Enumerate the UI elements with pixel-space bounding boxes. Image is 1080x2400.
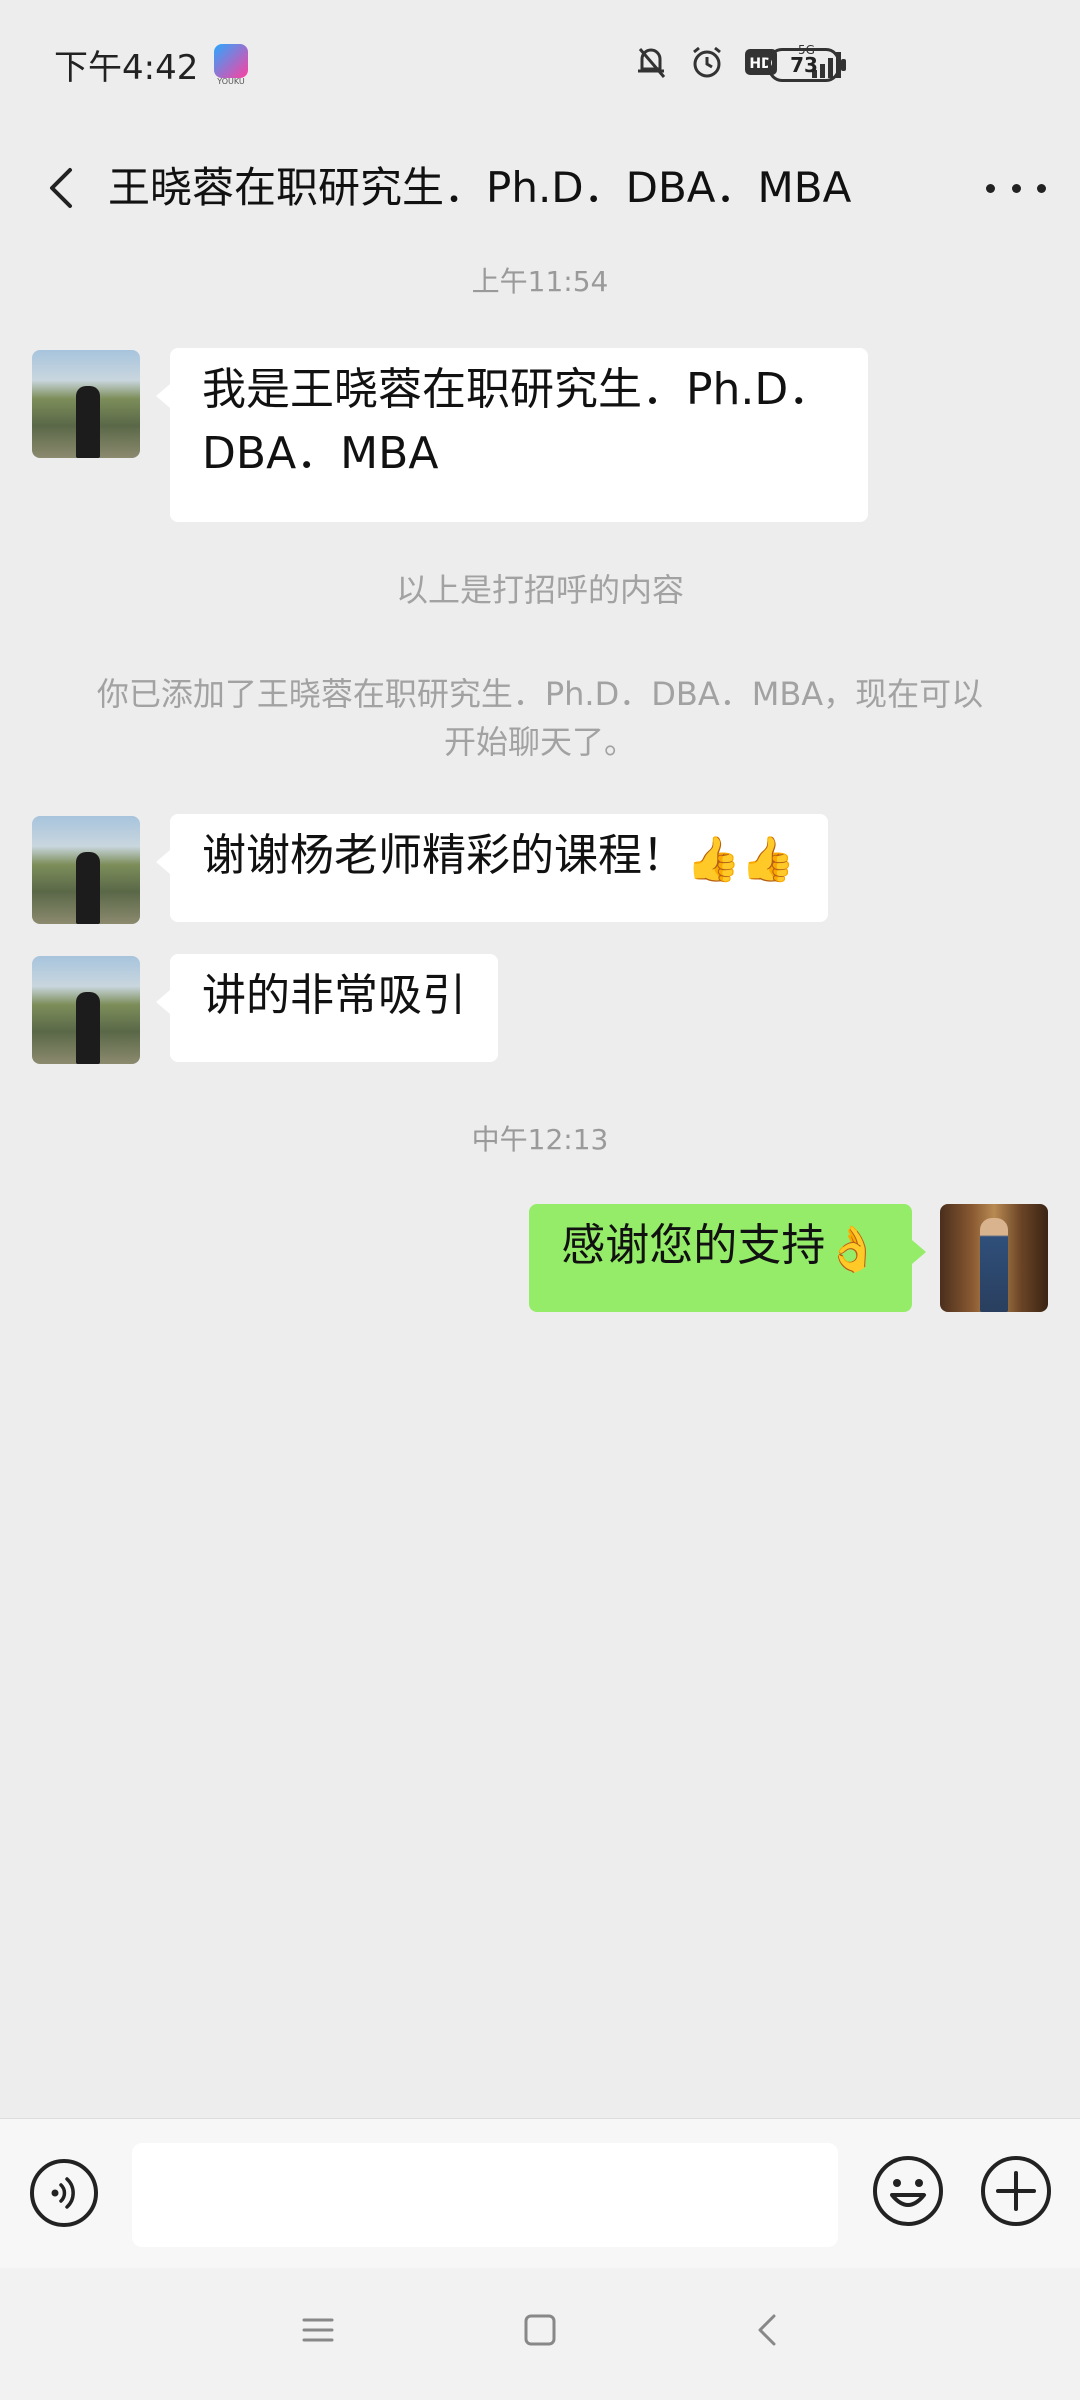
menu-icon bbox=[302, 2318, 334, 2342]
battery-icon: 73 bbox=[768, 48, 846, 82]
youku-app-icon: YOUKU bbox=[214, 44, 248, 86]
mute-bell-icon bbox=[638, 48, 666, 78]
avatar-figure bbox=[76, 386, 100, 458]
message-text: 我是王晓蓉在职研究生．Ph.D．DBA．MBA bbox=[202, 364, 833, 479]
contact-avatar[interactable] bbox=[32, 350, 140, 458]
message-text: 谢谢杨老师精彩的课程！ bbox=[202, 830, 686, 881]
outgoing-message[interactable]: 感谢您的支持👌 bbox=[529, 1204, 926, 1312]
more-functions-button[interactable] bbox=[978, 2153, 1054, 2229]
recent-apps-button[interactable] bbox=[300, 2312, 336, 2348]
more-dot bbox=[1011, 183, 1021, 193]
more-button[interactable] bbox=[986, 170, 1046, 206]
incoming-message[interactable]: 谢谢杨老师精彩的课程！👍👍 bbox=[156, 814, 828, 922]
more-dots-icon bbox=[986, 183, 995, 193]
voice-icon bbox=[51, 2177, 75, 2209]
timestamp: 上午11:54 bbox=[471, 265, 609, 298]
timestamp: 中午12:13 bbox=[471, 1123, 609, 1156]
chevron-left-icon bbox=[50, 168, 72, 208]
avatar-figure bbox=[76, 852, 100, 924]
contact-avatar[interactable] bbox=[32, 956, 140, 1064]
home-button[interactable] bbox=[522, 2312, 558, 2348]
contact-avatar[interactable] bbox=[32, 816, 140, 924]
voice-button[interactable] bbox=[28, 2157, 100, 2229]
emoji-button[interactable] bbox=[870, 2153, 946, 2229]
system-message: 你已添加了王晓蓉在职研究生．Ph.D．DBA．MBA，现在可以开始聊天了。 bbox=[96, 675, 984, 761]
avatar-figure bbox=[980, 1218, 1008, 1312]
chevron-left-icon bbox=[758, 2314, 776, 2346]
system-nav-bar bbox=[0, 2268, 1080, 2400]
thumbs-up-icon: 👍👍 bbox=[686, 834, 796, 885]
more-dot bbox=[1037, 183, 1046, 193]
avatar-figure bbox=[76, 992, 100, 1064]
message-text: 感谢您的支持 bbox=[561, 1220, 826, 1271]
alarm-icon bbox=[693, 46, 721, 78]
input-bar bbox=[0, 2118, 1080, 2269]
incoming-message[interactable]: 讲的非常吸引 bbox=[156, 954, 498, 1062]
system-message: 以上是打招呼的内容 bbox=[395, 571, 684, 609]
chat-title: 王晓蓉在职研究生．Ph.D．DBA．MBA bbox=[108, 163, 852, 212]
smiley-icon bbox=[873, 2156, 943, 2226]
system-back-button[interactable] bbox=[748, 2310, 784, 2350]
ok-hand-icon: 👌 bbox=[825, 1224, 880, 1275]
back-button[interactable] bbox=[34, 158, 94, 218]
youku-app-label: YOUKU bbox=[217, 77, 245, 86]
plus-icon bbox=[981, 2156, 1051, 2226]
my-avatar[interactable] bbox=[940, 1204, 1048, 1312]
status-time: 下午4:42 bbox=[54, 48, 199, 88]
incoming-message[interactable]: 我是王晓蓉在职研究生．Ph.D．DBA．MBA bbox=[156, 348, 868, 522]
square-icon bbox=[524, 2314, 556, 2346]
status-bar: 下午4:42 YOUKU HD 5G 73 bbox=[0, 0, 1080, 128]
message-input[interactable] bbox=[132, 2143, 838, 2247]
message-text: 讲的非常吸引 bbox=[202, 970, 466, 1021]
chat-header: 王晓蓉在职研究生．Ph.D．DBA．MBA bbox=[0, 128, 1080, 258]
